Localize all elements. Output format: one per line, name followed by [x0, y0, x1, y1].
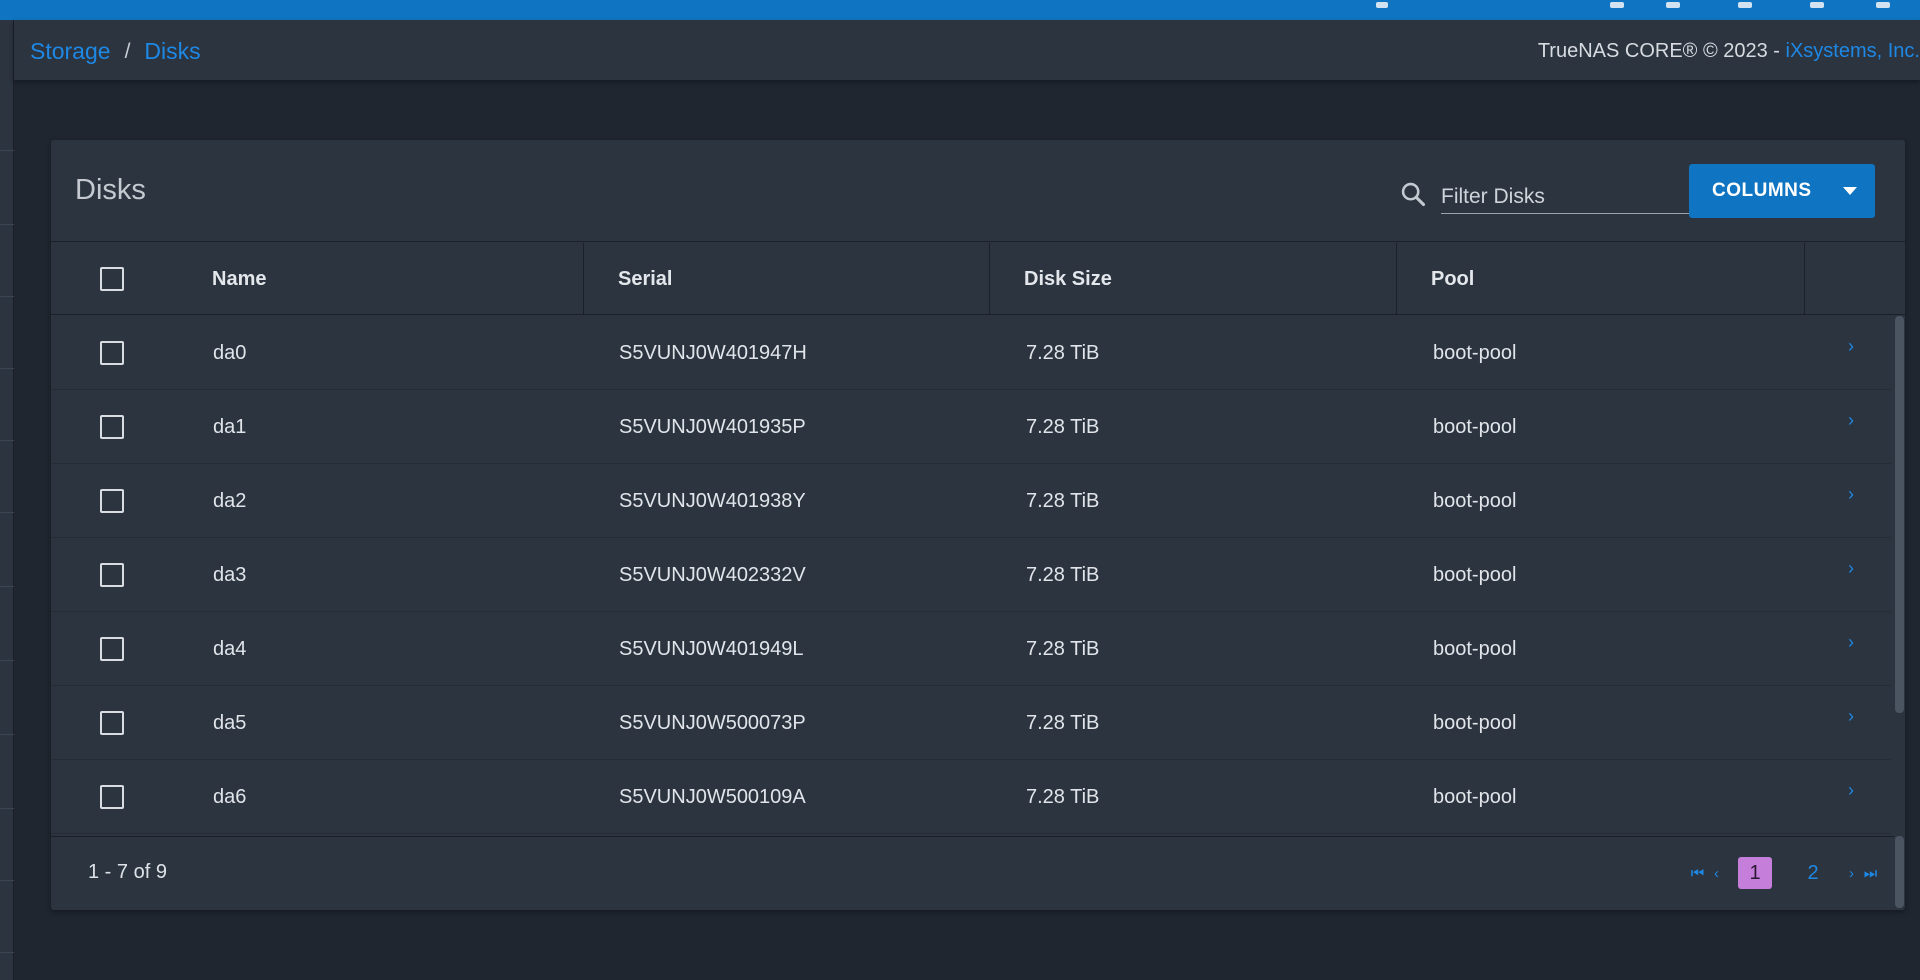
toolbar-icon[interactable] [1810, 2, 1824, 8]
cell-disk-size: 7.28 TiB [1026, 637, 1100, 660]
column-header-disk-size[interactable]: Disk Size [1024, 243, 1112, 315]
page-title: Disks [75, 174, 146, 206]
ixsystems-link[interactable]: iXsystems, Inc. [1786, 40, 1920, 62]
cell-name: da4 [213, 637, 247, 660]
chevron-right-icon[interactable]: › [1848, 410, 1854, 431]
cell-name: da1 [213, 415, 247, 438]
table-header: Name Serial Disk Size Pool [51, 243, 1905, 315]
column-header-name[interactable]: Name [212, 243, 266, 315]
filter-box [1399, 176, 1709, 216]
breadcrumb-separator: / [124, 39, 131, 63]
breadcrumb-disks[interactable]: Disks [144, 38, 200, 65]
table-row[interactable]: da4 S5VUNJ0W401949L 7.28 TiB boot-pool › [51, 612, 1891, 686]
table-row[interactable]: da2 S5VUNJ0W401938Y 7.28 TiB boot-pool › [51, 464, 1891, 538]
previous-page-icon[interactable]: ‹ [1707, 865, 1726, 882]
row-checkbox[interactable] [100, 341, 124, 365]
next-page-icon[interactable]: › [1842, 865, 1861, 882]
cell-pool: boot-pool [1433, 415, 1517, 438]
cell-pool: boot-pool [1433, 785, 1517, 808]
cell-name: da2 [213, 489, 247, 512]
column-header-serial[interactable]: Serial [618, 243, 672, 315]
toolbar-icon[interactable] [1610, 2, 1624, 8]
chevron-right-icon[interactable]: › [1848, 780, 1854, 801]
card-header: Disks COLUMNS [51, 140, 1905, 242]
table-body: da0 S5VUNJ0W401947H 7.28 TiB boot-pool ›… [51, 316, 1905, 836]
toolbar-icon[interactable] [1376, 2, 1388, 8]
cell-name: da3 [213, 563, 247, 586]
cell-disk-size: 7.28 TiB [1026, 489, 1100, 512]
cell-disk-size: 7.28 TiB [1026, 785, 1100, 808]
copyright-notice: TrueNAS CORE® © 2023 - iXsystems, Inc. [1538, 40, 1920, 63]
search-icon [1399, 180, 1427, 213]
breadcrumb-bar: Storage / Disks TrueNAS CORE® © 2023 - i… [14, 20, 1920, 80]
disks-card: Disks COLUMNS Name Serial Disk Size Pool [51, 140, 1905, 910]
first-page-icon[interactable]: ⏮ [1688, 865, 1707, 882]
columns-button-label: COLUMNS [1712, 180, 1812, 201]
cell-name: da6 [213, 785, 247, 808]
cell-disk-size: 7.28 TiB [1026, 415, 1100, 438]
select-all-checkbox[interactable] [100, 267, 124, 291]
columns-button[interactable]: COLUMNS [1689, 164, 1875, 218]
page-number-2[interactable]: 2 [1796, 857, 1830, 889]
chevron-right-icon[interactable]: › [1848, 484, 1854, 505]
table-row[interactable]: da0 S5VUNJ0W401947H 7.28 TiB boot-pool › [51, 316, 1891, 390]
row-checkbox[interactable] [100, 637, 124, 661]
row-checkbox[interactable] [100, 489, 124, 513]
cell-serial: S5VUNJ0W401938Y [619, 489, 806, 512]
cell-disk-size: 7.28 TiB [1026, 563, 1100, 586]
cell-pool: boot-pool [1433, 489, 1517, 512]
toolbar-icon[interactable] [1876, 2, 1890, 8]
table-row[interactable]: da3 S5VUNJ0W402332V 7.28 TiB boot-pool › [51, 538, 1891, 612]
breadcrumb: Storage / Disks [30, 38, 201, 65]
cell-serial: S5VUNJ0W402332V [619, 563, 806, 586]
pagination-controls: ⏮ ‹ 1 2 › ⏭ [1688, 855, 1880, 891]
chevron-right-icon[interactable]: › [1848, 336, 1854, 357]
column-header-pool[interactable]: Pool [1431, 243, 1474, 315]
breadcrumb-storage[interactable]: Storage [30, 38, 111, 65]
pagination-range: 1 - 7 of 9 [88, 861, 167, 883]
cell-pool: boot-pool [1433, 711, 1517, 734]
last-page-icon[interactable]: ⏭ [1861, 865, 1880, 882]
table-footer: 1 - 7 of 9 ⏮ ‹ 1 2 › ⏭ [51, 836, 1894, 910]
scrollbar-thumb-lower[interactable] [1895, 836, 1904, 908]
chevron-right-icon[interactable]: › [1848, 632, 1854, 653]
cell-serial: S5VUNJ0W401947H [619, 341, 807, 364]
row-checkbox[interactable] [100, 711, 124, 735]
cell-pool: boot-pool [1433, 563, 1517, 586]
sidebar-edge [0, 20, 14, 980]
page-number-1[interactable]: 1 [1738, 857, 1772, 889]
toolbar-icon[interactable] [1738, 2, 1752, 8]
row-checkbox[interactable] [100, 415, 124, 439]
filter-disks-input[interactable] [1441, 176, 1709, 214]
cell-disk-size: 7.28 TiB [1026, 711, 1100, 734]
vertical-scrollbar[interactable] [1894, 316, 1905, 910]
toolbar-icon[interactable] [1666, 2, 1680, 8]
scrollbar-thumb[interactable] [1895, 316, 1904, 713]
caret-down-icon [1843, 187, 1857, 195]
row-checkbox[interactable] [100, 563, 124, 587]
top-toolbar [0, 0, 1920, 20]
copyright-text: TrueNAS CORE® © 2023 - [1537, 40, 1786, 62]
cell-serial: S5VUNJ0W401949L [619, 637, 804, 660]
cell-serial: S5VUNJ0W500109A [619, 785, 806, 808]
cell-name: da5 [213, 711, 247, 734]
cell-serial: S5VUNJ0W401935P [619, 415, 806, 438]
chevron-right-icon[interactable]: › [1848, 558, 1854, 579]
chevron-right-icon[interactable]: › [1848, 706, 1854, 727]
table-row[interactable]: da6 S5VUNJ0W500109A 7.28 TiB boot-pool › [51, 760, 1891, 834]
row-checkbox[interactable] [100, 785, 124, 809]
cell-disk-size: 7.28 TiB [1026, 341, 1100, 364]
table-row[interactable]: da5 S5VUNJ0W500073P 7.28 TiB boot-pool › [51, 686, 1891, 760]
cell-pool: boot-pool [1433, 341, 1517, 364]
cell-pool: boot-pool [1433, 637, 1517, 660]
table-row[interactable]: da1 S5VUNJ0W401935P 7.28 TiB boot-pool › [51, 390, 1891, 464]
cell-name: da0 [213, 341, 247, 364]
cell-serial: S5VUNJ0W500073P [619, 711, 806, 734]
